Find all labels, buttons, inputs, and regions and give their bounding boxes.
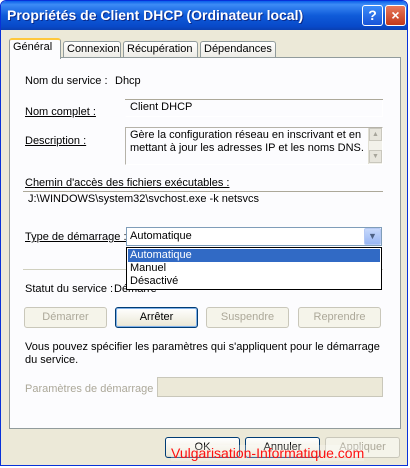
startup-params-note: Vous pouvez spécifier les paramètres qui… xyxy=(25,341,380,366)
startup-type-value: Automatique xyxy=(130,230,192,242)
window-title: Propriétés de Client DHCP (Ordinateur lo… xyxy=(7,7,304,23)
start-button[interactable]: Démarrer xyxy=(24,307,107,328)
path-field[interactable]: J:\WINDOWS\system32\svchost.exe -k netsv… xyxy=(23,191,383,209)
watermark-text: Vulgarisation-Informatique.com xyxy=(171,445,365,461)
chevron-down-icon[interactable]: ▼ xyxy=(364,228,381,245)
properties-dialog: Propriétés de Client DHCP (Ordinateur lo… xyxy=(0,0,408,466)
close-button[interactable]: × xyxy=(385,5,406,26)
service-name-label: Nom du service : xyxy=(25,75,108,87)
tab-connexion[interactable]: Connexion xyxy=(63,41,121,58)
display-name-label: Nom complet : xyxy=(25,106,96,118)
path-divider xyxy=(23,191,383,192)
title-bar[interactable]: Propriétés de Client DHCP (Ordinateur lo… xyxy=(1,1,407,30)
tab-recuperation[interactable]: Récupération xyxy=(123,41,198,58)
description-field[interactable]: Gère la configuration réseau en inscriva… xyxy=(125,127,383,165)
startup-params-label: Paramètres de démarrage : xyxy=(25,383,160,395)
description-scrollbar[interactable]: ▲ ▼ xyxy=(368,128,382,164)
scroll-up-icon[interactable]: ▲ xyxy=(369,128,382,141)
startup-type-select[interactable]: Automatique ▼ xyxy=(126,227,382,246)
option-manuel[interactable]: Manuel xyxy=(128,262,380,275)
resume-button[interactable]: Reprendre xyxy=(298,307,381,328)
service-status-label: Statut du service : xyxy=(25,283,114,295)
tab-dependances[interactable]: Dépendances xyxy=(200,41,276,58)
service-name-value: Dhcp xyxy=(115,75,141,87)
stop-button[interactable]: Arrêter xyxy=(115,307,198,328)
description-label: Description : xyxy=(25,135,87,147)
pause-button[interactable]: Suspendre xyxy=(206,307,289,328)
tab-general[interactable]: Général xyxy=(9,38,61,59)
scroll-down-icon[interactable]: ▼ xyxy=(369,150,382,163)
path-label: Chemin d'accès des fichiers exécutables … xyxy=(25,177,230,189)
startup-type-dropdown[interactable]: Automatique Manuel Désactivé xyxy=(126,247,382,290)
option-automatique[interactable]: Automatique xyxy=(128,249,380,262)
display-name-divider xyxy=(125,99,383,100)
option-desactive[interactable]: Désactivé xyxy=(128,275,380,288)
display-name-field[interactable]: Client DHCP xyxy=(125,99,383,117)
startup-type-label: Type de démarrage : xyxy=(25,231,127,243)
help-button[interactable]: ? xyxy=(362,5,383,26)
startup-params-field[interactable] xyxy=(157,377,383,397)
